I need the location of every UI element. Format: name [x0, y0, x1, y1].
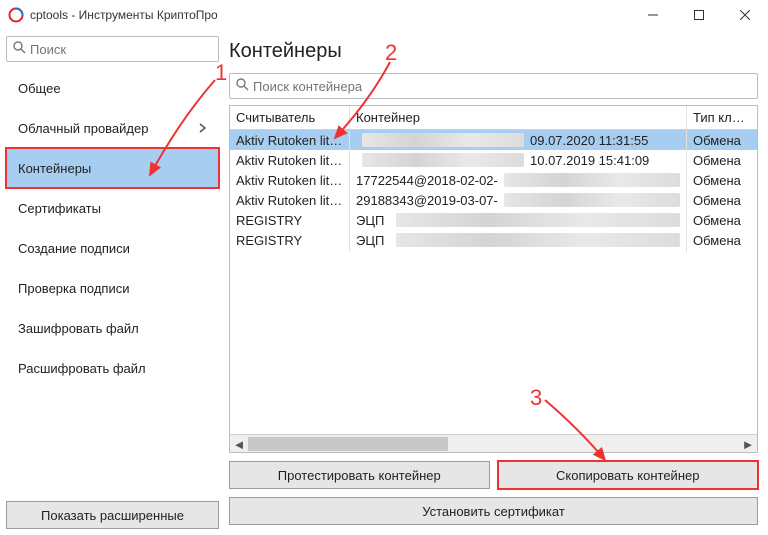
table-row[interactable]: Aktiv Rutoken lite 0 09.07.2020 11:31:55…	[230, 130, 757, 150]
nav-item-cloud-provider[interactable]: Облачный провайдер	[6, 108, 219, 148]
col-reader[interactable]: Считыватель	[230, 106, 350, 129]
horizontal-scrollbar[interactable]: ◄ ►	[230, 434, 757, 452]
main-panel: Контейнеры Считыватель Контейнер Тип клю…	[225, 30, 768, 535]
cell-reader: REGISTRY	[230, 229, 350, 252]
nav-item-create-signature[interactable]: Создание подписи	[6, 228, 219, 268]
nav-item-label: Расшифровать файл	[18, 361, 146, 376]
nav-item-decrypt-file[interactable]: Расшифровать файл	[6, 348, 219, 388]
sidebar: Общее Облачный провайдер Контейнеры Серт…	[0, 30, 225, 535]
button-label: Протестировать контейнер	[278, 468, 441, 483]
nav-item-label: Облачный провайдер	[18, 121, 148, 136]
container-search[interactable]	[229, 73, 758, 99]
button-row-2: Установить сертификат	[229, 497, 758, 525]
show-advanced-button[interactable]: Показать расширенные	[6, 501, 219, 529]
table-header: Считыватель Контейнер Тип ключа	[230, 106, 757, 130]
test-container-button[interactable]: Протестировать контейнер	[229, 461, 490, 489]
scroll-right-arrow[interactable]: ►	[739, 435, 757, 453]
nav-item-label: Сертификаты	[18, 201, 101, 216]
search-icon	[13, 41, 26, 57]
page-title: Контейнеры	[229, 40, 758, 63]
scroll-left-arrow[interactable]: ◄	[230, 435, 248, 453]
scroll-thumb[interactable]	[248, 437, 448, 451]
nav-item-verify-signature[interactable]: Проверка подписи	[6, 268, 219, 308]
table-row[interactable]: Aktiv Rutoken lite 0 29188343@2019-03-07…	[230, 190, 757, 210]
nav-list: Общее Облачный провайдер Контейнеры Серт…	[6, 68, 219, 501]
col-type[interactable]: Тип ключа	[687, 106, 757, 129]
col-container[interactable]: Контейнер	[350, 106, 687, 129]
nav-item-label: Общее	[18, 81, 61, 96]
maximize-button[interactable]	[676, 0, 722, 30]
table-row[interactable]: REGISTRY ЭЦП Обмена	[230, 230, 757, 250]
nav-item-label: Проверка подписи	[18, 281, 129, 296]
table-body: Aktiv Rutoken lite 0 09.07.2020 11:31:55…	[230, 130, 757, 434]
search-icon	[236, 78, 249, 94]
nav-item-label: Создание подписи	[18, 241, 130, 256]
nav-item-label: Зашифровать файл	[18, 321, 139, 336]
sidebar-search-input[interactable]	[30, 42, 212, 57]
close-button[interactable]	[722, 0, 768, 30]
button-row-1: Протестировать контейнер Скопировать кон…	[229, 461, 758, 489]
table-row[interactable]: Aktiv Rutoken lite 0 10.07.2019 15:41:09…	[230, 150, 757, 170]
containers-table: Считыватель Контейнер Тип ключа Aktiv Ru…	[229, 105, 758, 453]
copy-container-button[interactable]: Скопировать контейнер	[498, 461, 759, 489]
cell-type: Обмена	[687, 229, 757, 252]
table-row[interactable]: Aktiv Rutoken lite 0 17722544@2018-02-02…	[230, 170, 757, 190]
sidebar-search[interactable]	[6, 36, 219, 62]
button-label: Установить сертификат	[422, 504, 565, 519]
nav-item-encrypt-file[interactable]: Зашифровать файл	[6, 308, 219, 348]
minimize-button[interactable]	[630, 0, 676, 30]
nav-item-certificates[interactable]: Сертификаты	[6, 188, 219, 228]
button-label: Показать расширенные	[41, 508, 184, 523]
titlebar: cptools - Инструменты КриптоПро	[0, 0, 768, 30]
app-icon	[8, 7, 24, 23]
table-row[interactable]: REGISTRY ЭЦП Обмена	[230, 210, 757, 230]
nav-item-label: Контейнеры	[18, 161, 91, 176]
button-label: Скопировать контейнер	[556, 468, 699, 483]
install-certificate-button[interactable]: Установить сертификат	[229, 497, 758, 525]
window-title: cptools - Инструменты КриптоПро	[30, 8, 218, 22]
container-search-input[interactable]	[253, 79, 751, 94]
nav-item-general[interactable]: Общее	[6, 68, 219, 108]
chevron-right-icon	[199, 121, 207, 136]
cell-container: ЭЦП	[350, 229, 687, 252]
nav-item-containers[interactable]: Контейнеры	[6, 148, 219, 188]
